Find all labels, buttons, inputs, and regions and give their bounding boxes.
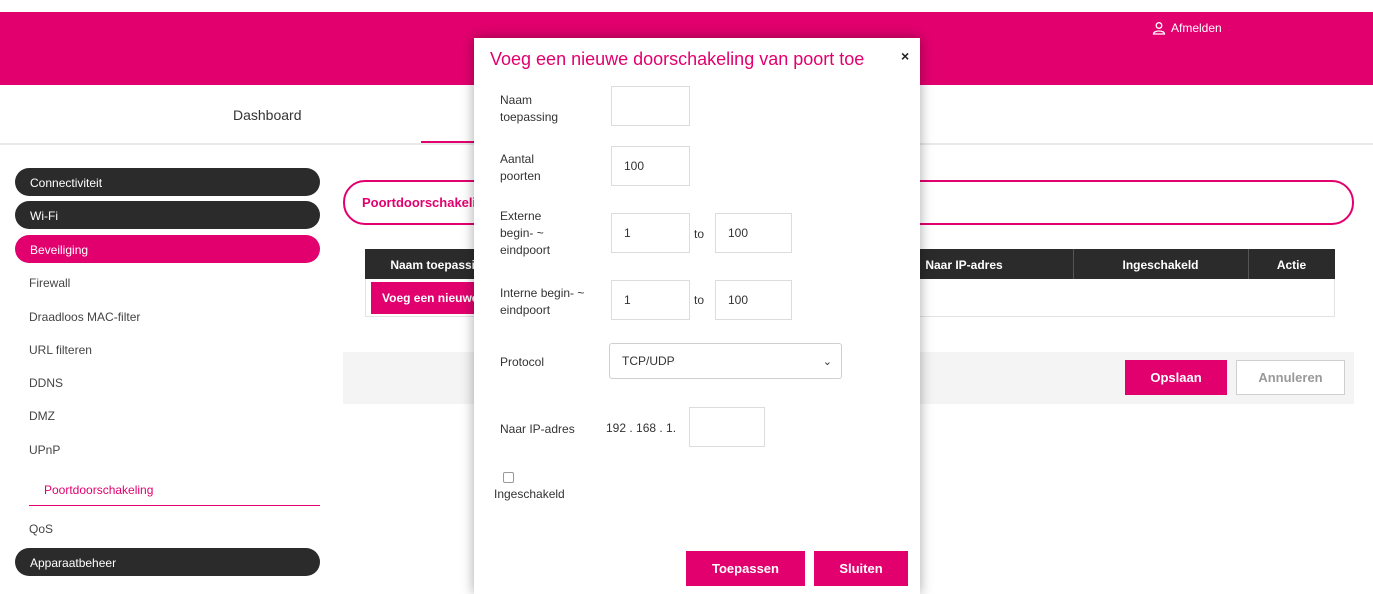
tab-active-indicator (421, 141, 481, 143)
sidebar-item-dmz[interactable]: DMZ (29, 409, 55, 423)
close-button[interactable]: Sluiten (814, 551, 908, 586)
apply-button[interactable]: Toepassen (686, 551, 805, 586)
sidebar-item-url-filter[interactable]: URL filteren (29, 343, 92, 357)
sidebar-active-underline (29, 505, 320, 506)
sidebar-item-wifi[interactable]: Wi-Fi (15, 201, 320, 229)
column-header-action: Actie (1276, 258, 1307, 272)
dialog-title: Voeg een nieuwe doorschakeling van poort… (490, 49, 865, 69)
sidebar-item-firewall[interactable]: Firewall (29, 276, 70, 290)
internal-end-port-input[interactable]: 100 (715, 280, 792, 320)
external-end-port-input[interactable]: 100 (715, 213, 792, 253)
close-icon[interactable]: × (901, 48, 909, 64)
sidebar-item-upnp[interactable]: UPnP (29, 443, 60, 457)
save-button[interactable]: Opslaan (1125, 360, 1227, 395)
sidebar-item-mac-filter[interactable]: Draadloos MAC-filter (29, 310, 140, 324)
add-rule-button[interactable]: Voeg een nieuwe (371, 282, 481, 314)
port-count-input[interactable]: 100 (611, 146, 690, 186)
enabled-label: Ingeschakeld (494, 487, 565, 501)
protocol-label: Protocol (500, 355, 545, 369)
sidebar-item-port-forwarding[interactable]: Poortdoorschakeling (44, 483, 153, 497)
logout-link[interactable]: Afmelden (1152, 21, 1222, 35)
sidebar-item-connectiviteit[interactable]: Connectiviteit (15, 168, 320, 196)
app-name-label: Naam toepassing (500, 93, 559, 124)
internal-to-label: to (694, 293, 705, 307)
chevron-down-icon: ⌄ (822, 356, 832, 368)
protocol-select[interactable]: TCP/UDP ⌄ (609, 343, 842, 379)
column-header-enabled: Ingeschakeld (1122, 258, 1199, 272)
cancel-button[interactable]: Annuleren (1236, 360, 1345, 395)
tab-dashboard[interactable]: Dashboard (233, 107, 302, 123)
enabled-checkbox[interactable] (503, 472, 514, 483)
port-count-label: Aantal poorten (500, 152, 541, 183)
external-to-label: to (694, 227, 705, 241)
ip-label: Naar IP-adres (500, 422, 575, 436)
sidebar-item-beveiliging[interactable]: Beveiliging (15, 235, 320, 263)
external-port-label: Externe begin- ~ eindpoort (500, 209, 551, 257)
user-icon (1152, 22, 1166, 35)
protocol-value: TCP/UDP (622, 354, 675, 368)
ip-last-octet-input[interactable] (689, 407, 765, 447)
sidebar-item-qos[interactable]: QoS (29, 522, 53, 536)
external-start-port-input[interactable]: 1 (611, 213, 690, 253)
sidebar-item-apparaatbeheer[interactable]: Apparaatbeheer (15, 548, 320, 576)
internal-port-label: Interne begin- ~ eindpoort (500, 286, 585, 317)
add-port-forward-dialog: Voeg een nieuwe doorschakeling van poort… (474, 38, 920, 594)
sidebar-item-ddns[interactable]: DDNS (29, 376, 63, 390)
ip-prefix: 192 . 168 . 1. (606, 421, 677, 435)
logout-label: Afmelden (1171, 21, 1222, 35)
app-name-input[interactable] (611, 86, 690, 126)
section-title: Poortdoorschakeling (362, 195, 493, 210)
internal-start-port-input[interactable]: 1 (611, 280, 690, 320)
